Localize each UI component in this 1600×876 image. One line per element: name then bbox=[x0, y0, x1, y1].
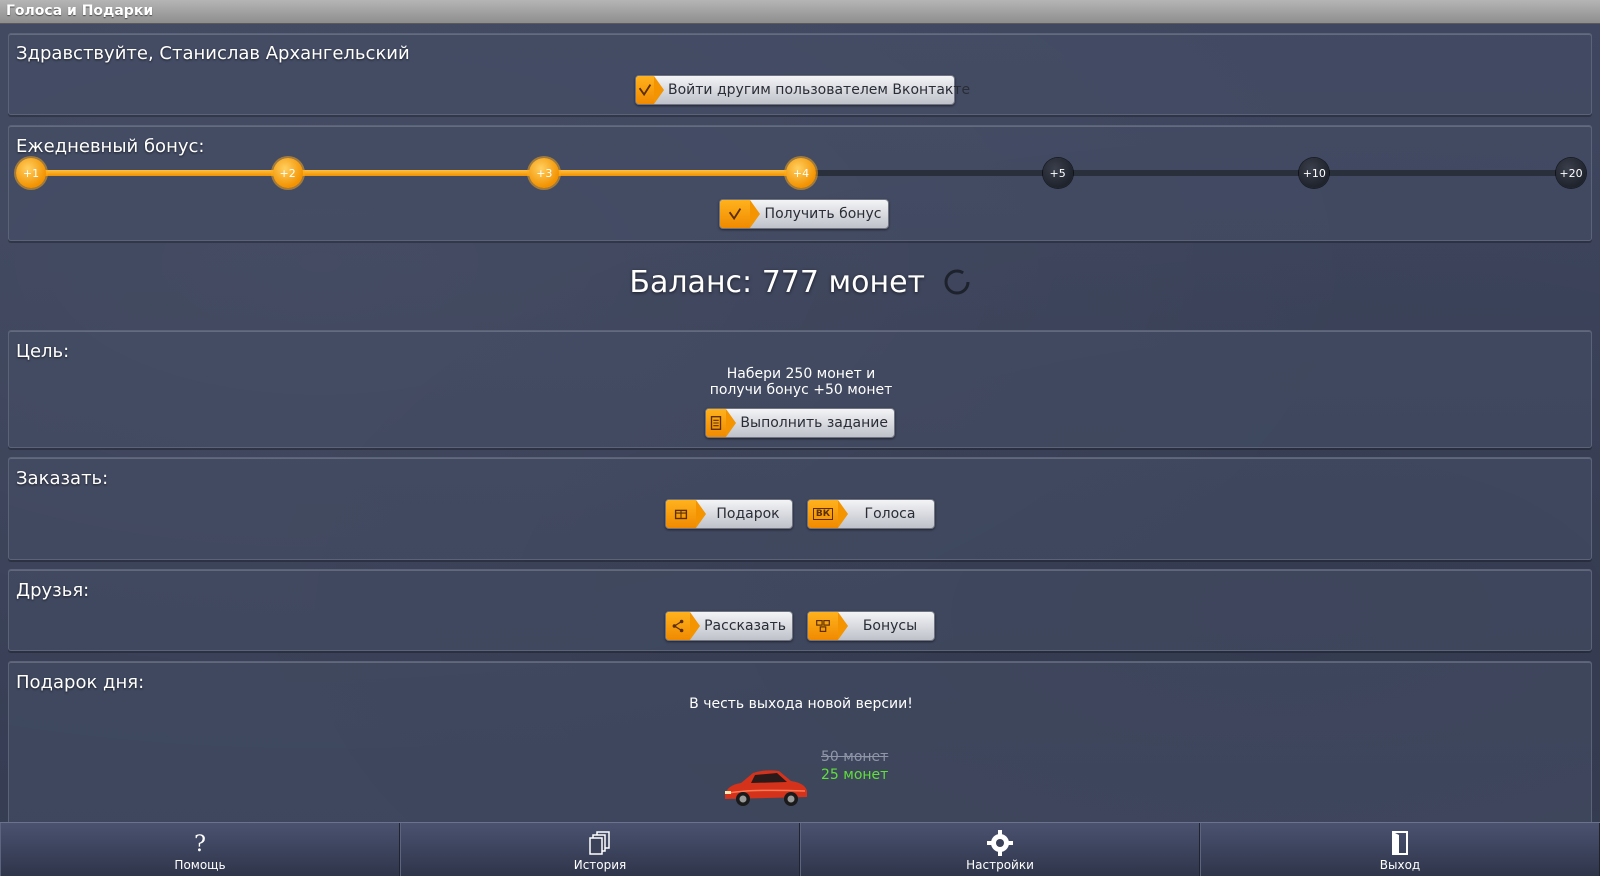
switch-user-label: Войти другим пользователем Вконтакте bbox=[668, 82, 971, 98]
refresh-icon[interactable] bbox=[943, 268, 971, 296]
check-icon bbox=[636, 76, 664, 104]
bonus-step-2: +2 bbox=[272, 158, 303, 188]
tab-help[interactable]: ? Помощь bbox=[0, 823, 400, 876]
tab-help-label: Помощь bbox=[174, 858, 226, 872]
switch-user-button[interactable]: Войти другим пользователем Вконтакте bbox=[635, 75, 970, 105]
tab-history-label: История bbox=[573, 858, 627, 872]
order-votes-button[interactable]: ВК Голоса bbox=[807, 499, 935, 529]
order-panel: Заказать: Подарок ВК Голоса bbox=[8, 457, 1592, 560]
tab-exit-label: Выход bbox=[1379, 858, 1421, 872]
complete-task-label: Выполнить задание bbox=[740, 415, 888, 431]
gift-new-price: 25 монет bbox=[821, 767, 889, 783]
share-label: Рассказать bbox=[704, 618, 786, 634]
window-title: Голоса и Подарки bbox=[6, 3, 154, 19]
gift-of-day-title: Подарок дня: bbox=[16, 672, 145, 693]
people-icon bbox=[808, 612, 848, 640]
order-gift-label: Подарок bbox=[716, 506, 780, 522]
gift-of-day-subtitle: В честь выхода новой версии! bbox=[689, 696, 913, 712]
check-icon bbox=[720, 200, 760, 228]
friends-panel: Друзья: Рассказать Бонусы bbox=[8, 569, 1592, 651]
vk-icon: ВК bbox=[808, 500, 848, 528]
gift-of-day-panel: Подарок дня: В честь выхода новой версии… bbox=[8, 661, 1592, 831]
friends-title: Друзья: bbox=[16, 580, 90, 601]
gift-box-icon bbox=[666, 500, 706, 528]
task-list-icon bbox=[706, 409, 738, 437]
gift-car-image[interactable] bbox=[721, 761, 811, 815]
bonus-step-7: +20 bbox=[1556, 158, 1586, 188]
order-votes-label: Голоса bbox=[864, 506, 916, 522]
goal-panel: Цель: Набери 250 монет и получи бонус +5… bbox=[8, 330, 1592, 448]
goal-line-1: Набери 250 монет и bbox=[726, 366, 876, 382]
window-title-bar: Голоса и Подарки bbox=[0, 0, 1600, 24]
share-icon bbox=[666, 612, 701, 640]
tab-settings-label: Настройки bbox=[966, 858, 1034, 872]
balance-text: Баланс: 777 монет bbox=[629, 265, 926, 300]
gift-old-price: 50 монет bbox=[821, 749, 889, 765]
balance-display: Баланс: 777 монет bbox=[0, 265, 1600, 300]
claim-bonus-button[interactable]: Получить бонус bbox=[719, 199, 889, 229]
goal-line-2: получи бонус +50 монет bbox=[709, 382, 893, 398]
order-gift-button[interactable]: Подарок bbox=[665, 499, 793, 529]
complete-task-button[interactable]: Выполнить задание bbox=[705, 408, 895, 438]
daily-bonus-panel: Ежедневный бонус: +1 +2 +3 +4 +5 +10 +20 Получ… bbox=[8, 125, 1592, 241]
order-title: Заказать: bbox=[16, 468, 109, 489]
bonus-step-4: +4 bbox=[786, 158, 816, 188]
bonus-step-1: +1 bbox=[16, 158, 46, 188]
goal-title: Цель: bbox=[16, 341, 70, 362]
tab-exit[interactable]: Выход bbox=[1200, 823, 1600, 876]
bonus-step-3: +3 bbox=[529, 158, 560, 188]
greeting-panel: Здравствуйте, Станислав Архангельский Во… bbox=[8, 33, 1592, 115]
question-icon: ? bbox=[194, 832, 206, 856]
tab-history[interactable]: История bbox=[400, 823, 800, 876]
gear-icon bbox=[987, 830, 1013, 856]
bonus-step-5: +5 bbox=[1042, 158, 1073, 188]
history-icon bbox=[589, 831, 610, 855]
vk-icon-text: ВК bbox=[812, 508, 834, 520]
bottom-tab-bar: ? Помощь История Настройки Выход bbox=[0, 822, 1600, 876]
bonus-step-6: +10 bbox=[1299, 158, 1330, 188]
claim-bonus-label: Получить бонус bbox=[764, 206, 882, 222]
share-button[interactable]: Рассказать bbox=[665, 611, 793, 641]
bonus-progress-fill bbox=[31, 170, 801, 176]
exit-door-icon bbox=[1392, 831, 1408, 855]
daily-bonus-title: Ежедневный бонус: bbox=[16, 136, 205, 157]
bonuses-label: Бонусы bbox=[862, 618, 918, 634]
tab-settings[interactable]: Настройки bbox=[800, 823, 1200, 876]
bonuses-button[interactable]: Бонусы bbox=[807, 611, 935, 641]
greeting-text: Здравствуйте, Станислав Архангельский bbox=[16, 43, 410, 64]
svg-text:?: ? bbox=[194, 832, 206, 856]
